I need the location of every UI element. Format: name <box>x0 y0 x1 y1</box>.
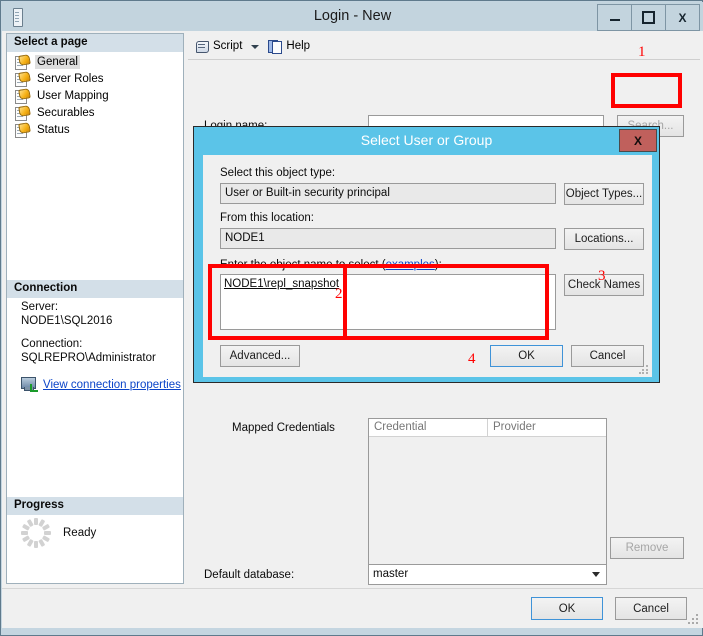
help-icon <box>268 39 283 54</box>
page-icon <box>15 53 31 70</box>
object-type-input[interactable]: User or Built-in security principal <box>220 183 556 204</box>
sidebar-item-server-roles[interactable]: Server Roles <box>7 70 183 87</box>
grid-column-provider: Provider <box>493 421 536 433</box>
view-connection-properties-link[interactable]: View connection properties <box>43 378 181 392</box>
check-names-button[interactable]: Check Names <box>564 274 644 296</box>
progress-spinner-icon <box>21 518 51 548</box>
screenshot-root: Login - New X Select a page General Serv… <box>0 0 703 636</box>
grid-column-credential: Credential <box>369 419 488 436</box>
dialog-ok-button[interactable]: OK <box>490 345 563 367</box>
sidebar-item-general[interactable]: General <box>7 53 183 70</box>
sidebar-page-list: General Server Roles User Mapping Secura… <box>7 53 183 138</box>
dialog-body: Select this object type: User or Built-i… <box>203 155 652 377</box>
sidebar-item-label: Securables <box>37 106 95 119</box>
locations-button[interactable]: Locations... <box>564 228 644 250</box>
object-name-label: Enter the object name to select (example… <box>220 259 442 271</box>
sidebar-item-label: User Mapping <box>37 89 109 102</box>
script-button-label: Script <box>213 40 243 52</box>
sidebar-item-label: Status <box>37 123 70 136</box>
object-name-label-suffix: ): <box>434 259 442 271</box>
maximize-button[interactable] <box>631 4 666 31</box>
page-icon <box>15 121 31 138</box>
mapped-credentials-label: Mapped Credentials <box>232 422 335 434</box>
resize-grip[interactable] <box>688 614 699 625</box>
grid-header-row: Credential Provider <box>369 419 606 437</box>
chevron-down-icon <box>592 572 600 577</box>
default-database-select[interactable]: master <box>368 564 607 585</box>
window-controls: X <box>597 4 700 31</box>
connection-user-value: SQLREPRO\Administrator <box>21 352 156 364</box>
page-icon <box>15 87 31 104</box>
sidebar-item-label: General <box>35 54 80 69</box>
object-name-label-prefix: Enter the object name to select ( <box>220 259 386 271</box>
default-database-label: Default database: <box>204 569 295 581</box>
progress-status-text: Ready <box>63 527 97 539</box>
sidebar-select-page-header: Select a page <box>7 34 183 52</box>
help-button[interactable]: Help <box>265 36 313 56</box>
sidebar-connection-info: Server: NODE1\SQL2016 Connection: SQLREP… <box>7 300 183 392</box>
sidebar-item-securables[interactable]: Securables <box>7 104 183 121</box>
script-button[interactable]: Script <box>192 36 245 56</box>
sidebar-connection-header: Connection <box>7 280 183 298</box>
remove-button[interactable]: Remove <box>610 537 684 559</box>
view-connection-properties-row[interactable]: View connection properties <box>21 377 183 392</box>
sidebar-item-user-mapping[interactable]: User Mapping <box>7 87 183 104</box>
minimize-button[interactable] <box>597 4 632 31</box>
examples-link[interactable]: examples <box>386 259 435 271</box>
object-name-input[interactable]: NODE1\repl_snapshot <box>220 274 556 330</box>
sidebar-item-status[interactable]: Status <box>7 121 183 138</box>
cancel-button[interactable]: Cancel <box>615 597 687 620</box>
chevron-down-icon[interactable] <box>251 45 260 49</box>
location-input[interactable]: NODE1 <box>220 228 556 249</box>
sidebar-progress-info: Ready <box>7 518 183 548</box>
page-icon <box>15 104 31 121</box>
dialog-resize-grip[interactable] <box>639 365 649 375</box>
location-label: From this location: <box>220 212 314 224</box>
sidebar-progress-header: Progress <box>7 497 183 515</box>
script-icon <box>195 39 209 53</box>
object-name-value: NODE1\repl_snapshot <box>224 278 340 290</box>
panel-toolbar: Script Help <box>188 33 700 59</box>
connection-user-label: Connection: <box>21 338 83 350</box>
window-footer: OK Cancel <box>2 588 703 628</box>
mapped-credentials-grid[interactable]: Credential Provider <box>368 418 607 565</box>
sidebar-item-label: Server Roles <box>37 72 104 85</box>
window-titlebar: Login - New X <box>2 2 703 31</box>
help-button-label: Help <box>286 40 311 52</box>
advanced-button[interactable]: Advanced... <box>220 345 300 367</box>
computer-icon <box>21 377 38 392</box>
dialog-cancel-button[interactable]: Cancel <box>571 345 644 367</box>
page-icon <box>15 70 31 87</box>
sidebar: Select a page General Server Roles User … <box>6 33 184 584</box>
object-types-button[interactable]: Object Types... <box>564 183 644 205</box>
dialog-title: Select User or Group <box>360 132 493 148</box>
default-database-value: master <box>373 568 409 580</box>
close-button[interactable]: X <box>665 4 700 31</box>
dialog-close-button[interactable]: X <box>619 129 657 152</box>
select-user-or-group-dialog: Select User or Group X Select this objec… <box>193 126 660 383</box>
object-type-label: Select this object type: <box>220 167 336 179</box>
connection-server-label: Server: <box>21 301 59 313</box>
ok-button[interactable]: OK <box>531 597 603 620</box>
connection-server-value: NODE1\SQL2016 <box>21 315 113 327</box>
